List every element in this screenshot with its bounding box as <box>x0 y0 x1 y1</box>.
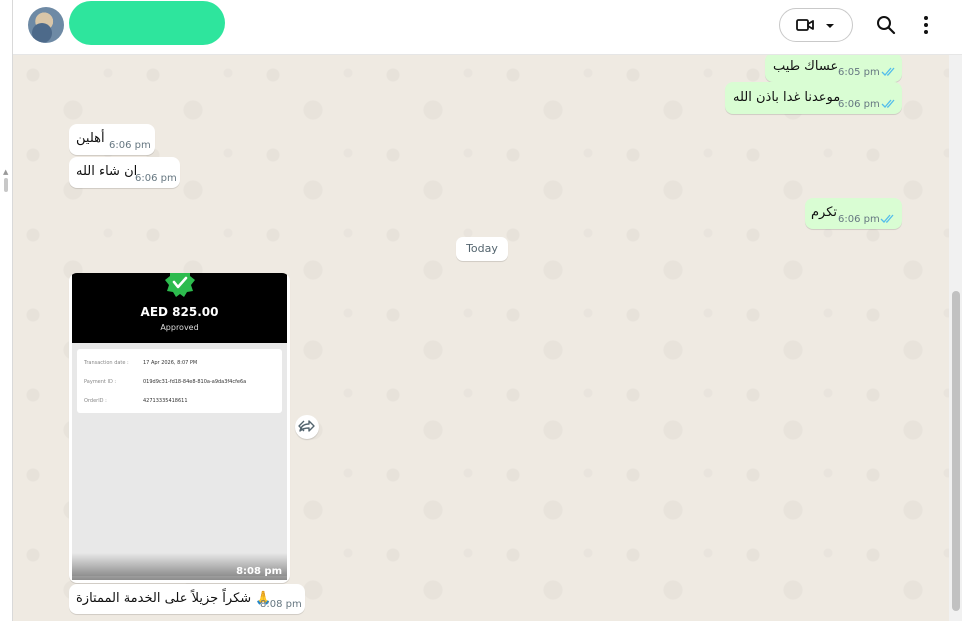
message-text: عساك طيب <box>773 59 839 74</box>
scrollbar[interactable] <box>949 55 962 621</box>
message-bubble-outgoing[interactable]: موعدنا غدا باذن الله 6:06 pm <box>725 82 902 114</box>
outer-scroll-thumb[interactable] <box>4 178 8 192</box>
video-camera-icon <box>796 19 814 31</box>
message-time: 6:06 pm <box>135 173 177 184</box>
message-list[interactable]: عساك طيب 6:05 pm موعدنا غدا باذن الله 6:… <box>13 55 949 621</box>
message-text: ان شاء الله <box>76 164 138 179</box>
receipt-header: AED 825.00 Approved <box>72 273 287 343</box>
message-time: 6:05 pm <box>838 67 880 78</box>
read-receipt-icon <box>880 214 894 223</box>
message-bubble-outgoing[interactable]: عساك طيب 6:05 pm <box>765 55 902 82</box>
video-call-button[interactable] <box>779 8 853 42</box>
forward-icon <box>298 420 315 432</box>
message-time: 6:06 pm <box>109 140 151 151</box>
image-message[interactable]: AED 825.00 Approved Transaction date : 1… <box>69 273 290 583</box>
receipt-label: Payment ID : <box>84 379 117 385</box>
message-text: أهلين <box>76 131 105 146</box>
message-time: 6:06 pm <box>838 214 880 225</box>
message-time: 6:06 pm <box>838 99 880 110</box>
message-time: 8:08 pm <box>260 599 302 610</box>
receipt-label: OrderID : <box>84 398 107 404</box>
forward-button[interactable] <box>295 415 319 439</box>
more-vertical-icon[interactable] <box>919 14 933 36</box>
chat-window: عساك طيب 6:05 pm موعدنا غدا باذن الله 6:… <box>12 0 962 621</box>
search-icon[interactable] <box>875 14 897 36</box>
message-bubble-incoming[interactable]: شكراً جزيلاً على الخدمة الممتازة 🙏 8:08 … <box>69 584 305 614</box>
message-text: شكراً جزيلاً على الخدمة الممتازة 🙏 <box>76 591 272 606</box>
message-text: موعدنا غدا باذن الله <box>733 90 841 105</box>
contact-name-redaction <box>69 1 225 45</box>
chat-header <box>13 0 962 55</box>
message-text: تكرم <box>811 205 838 220</box>
receipt-body: Transaction date : 17 Apr 2026, 8:07 PM … <box>72 343 287 576</box>
check-badge-icon <box>165 273 195 297</box>
read-receipt-icon <box>881 99 895 108</box>
receipt-value: 17 Apr 2026, 8:07 PM <box>143 360 198 366</box>
receipt-status: Approved <box>160 323 199 332</box>
receipt-value: 42713335418611 <box>143 398 188 404</box>
message-bubble-outgoing[interactable]: تكرم 6:06 pm <box>805 198 902 229</box>
receipt-label: Transaction date : <box>84 360 129 366</box>
scrollbar-thumb[interactable] <box>952 291 960 611</box>
message-bubble-incoming[interactable]: ان شاء الله 6:06 pm <box>69 157 180 188</box>
contact-avatar[interactable] <box>28 7 64 43</box>
message-bubble-incoming[interactable]: أهلين 6:06 pm <box>69 124 155 155</box>
chevron-down-icon <box>826 24 834 28</box>
date-divider: Today <box>456 237 508 261</box>
receipt-details-card: Transaction date : 17 Apr 2026, 8:07 PM … <box>77 349 282 413</box>
message-time: 8:08 pm <box>236 566 282 577</box>
receipt-value: 019d9c31-fd18-84e8-810a-a9da3f4cfe6a <box>143 379 247 385</box>
scroll-up-arrow-icon[interactable]: ▲ <box>3 168 8 176</box>
receipt-amount: AED 825.00 <box>140 305 219 319</box>
read-receipt-icon <box>881 67 895 76</box>
